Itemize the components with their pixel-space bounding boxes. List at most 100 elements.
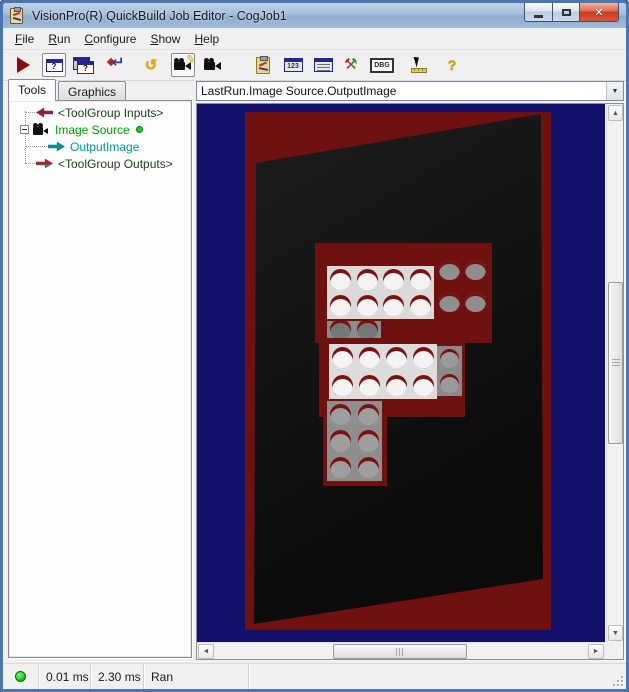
tools-tree-panel: <ToolGroup Inputs> Image Source OutputIm… [8, 100, 192, 658]
posted-items-button[interactable] [311, 53, 335, 77]
close-icon: ✕ [594, 6, 603, 19]
input-terminal-icon [36, 108, 53, 118]
titlebar[interactable]: VisionPro(R) QuickBuild Job Editor - Cog… [3, 3, 626, 28]
tab-tools[interactable]: Tools [8, 79, 56, 101]
show-all-job-editors-button[interactable]: ? [71, 53, 95, 77]
scroll-left-button[interactable]: ◄ [198, 644, 214, 659]
menu-help[interactable]: Help [187, 29, 226, 49]
debug-window-button[interactable]: DBG [370, 53, 394, 77]
lego-stud [357, 295, 378, 316]
lego-brick [436, 254, 489, 318]
reset-arrow-icon: ↺ [145, 56, 158, 74]
collapse-expander-icon[interactable] [20, 125, 29, 134]
list-window-icon [314, 58, 333, 72]
help-icon: ? [448, 57, 457, 73]
status-led-icon [15, 671, 26, 682]
lego-stud [359, 347, 380, 368]
statusbar: 0.01 ms 2.30 ms Ran [3, 663, 626, 689]
scroll-down-button[interactable]: ▼ [608, 625, 623, 641]
job-tree: <ToolGroup Inputs> Image Source OutputIm… [9, 101, 191, 657]
tab-graphics[interactable]: Graphics [58, 81, 126, 101]
camera-icon [32, 123, 51, 136]
lego-stud [386, 375, 407, 396]
camera-icon [203, 58, 223, 72]
job-properties-button[interactable] [251, 53, 275, 77]
output-terminal-icon [36, 159, 53, 169]
lego-stud [413, 375, 434, 396]
caption-buttons: ✕ [524, 3, 619, 22]
horizontal-scrollbar[interactable]: ◄ ► [197, 642, 605, 659]
triangle-right-icon: ► [593, 648, 600, 655]
job-windows-icon: ? [73, 57, 93, 74]
vertical-scroll-thumb[interactable] [608, 282, 623, 444]
show-job-editor-button[interactable]: ? [42, 53, 66, 77]
image-selector-combo[interactable]: LastRun.Image Source.OutputImage ▼ [196, 81, 624, 101]
lego-stud [440, 374, 460, 394]
help-button[interactable]: ? [440, 53, 464, 77]
thumb-grip [396, 648, 404, 656]
lego-stud [440, 349, 460, 369]
horizontal-scroll-thumb[interactable] [333, 644, 467, 659]
menu-run[interactable]: Run [41, 29, 77, 49]
minimize-icon [534, 15, 543, 18]
lego-stud [413, 347, 434, 368]
lego-brick [437, 346, 462, 396]
lego-stud [330, 457, 351, 478]
resize-grip[interactable] [611, 674, 623, 686]
tree-item-label: <ToolGroup Outputs> [58, 157, 173, 171]
acquire-camera-button[interactable] [201, 53, 225, 77]
scroll-up-button[interactable]: ▲ [608, 105, 623, 121]
tree-item-image-source[interactable]: Image Source [20, 121, 143, 138]
camera-edit-icon: ✎ [173, 58, 193, 72]
tree-item-toolgroup-outputs[interactable]: <ToolGroup Outputs> [25, 155, 173, 172]
run-job-button[interactable] [11, 53, 35, 77]
acquire-time-panel: 0.01 ms [39, 664, 91, 689]
image-panel: ▲ ▼ ◄ ► [196, 103, 624, 660]
menu-show[interactable]: Show [143, 29, 187, 49]
minimize-button[interactable] [524, 3, 553, 22]
close-button[interactable]: ✕ [580, 3, 619, 22]
combo-drop-button[interactable]: ▼ [606, 82, 623, 100]
scroll-right-button[interactable]: ► [588, 644, 604, 659]
loop-arrow-icon: ↵ [108, 57, 130, 73]
vertical-scrollbar[interactable]: ▲ ▼ [606, 104, 623, 642]
lego-stud [357, 269, 378, 290]
run-counts-button[interactable]: 123 [281, 53, 305, 77]
lego-stud [465, 260, 486, 281]
lego-stud [410, 295, 431, 316]
lego-brick [329, 344, 437, 399]
maximize-button[interactable] [553, 3, 580, 22]
triangle-left-icon: ◄ [203, 648, 210, 655]
status-fill-panel [249, 664, 626, 689]
maximize-icon [562, 9, 571, 16]
lego-stud [465, 292, 486, 313]
output-terminal-icon [48, 142, 65, 152]
reset-button[interactable]: ↺ [139, 53, 163, 77]
chevron-down-icon: ▼ [612, 88, 619, 95]
status-led-panel [3, 664, 39, 689]
lego-stud [332, 347, 353, 368]
pointer-measure-button[interactable] [408, 53, 432, 77]
menu-configure[interactable]: Configure [77, 29, 143, 49]
run-continuous-button[interactable]: ↵ [107, 53, 131, 77]
job-tools-button[interactable]: ⚒⚒ [341, 53, 365, 77]
lego-stud [358, 457, 379, 478]
menu-file[interactable]: File [8, 29, 41, 49]
left-tabs: Tools Graphics [8, 79, 128, 101]
menubar: File Run Configure Show Help [3, 28, 626, 50]
lego-brick [327, 321, 381, 338]
lego-stud [357, 321, 378, 338]
image-source-editor-button[interactable]: ✎ [171, 53, 195, 77]
lego-stud [330, 404, 351, 425]
job-window-icon: ? [46, 59, 63, 72]
tree-item-toolgroup-inputs[interactable]: <ToolGroup Inputs> [25, 104, 163, 121]
tree-item-label: OutputImage [70, 140, 139, 154]
lego-stud [332, 375, 353, 396]
toolbar: ? ? ↵ ↺ ✎ 123 [3, 50, 626, 81]
lego-stud [383, 295, 404, 316]
app-window: VisionPro(R) QuickBuild Job Editor - Cog… [0, 0, 629, 692]
tree-item-label: <ToolGroup Inputs> [58, 106, 163, 120]
image-display[interactable] [197, 104, 605, 642]
play-icon [17, 57, 30, 73]
tree-item-outputimage[interactable]: OutputImage [25, 138, 139, 155]
